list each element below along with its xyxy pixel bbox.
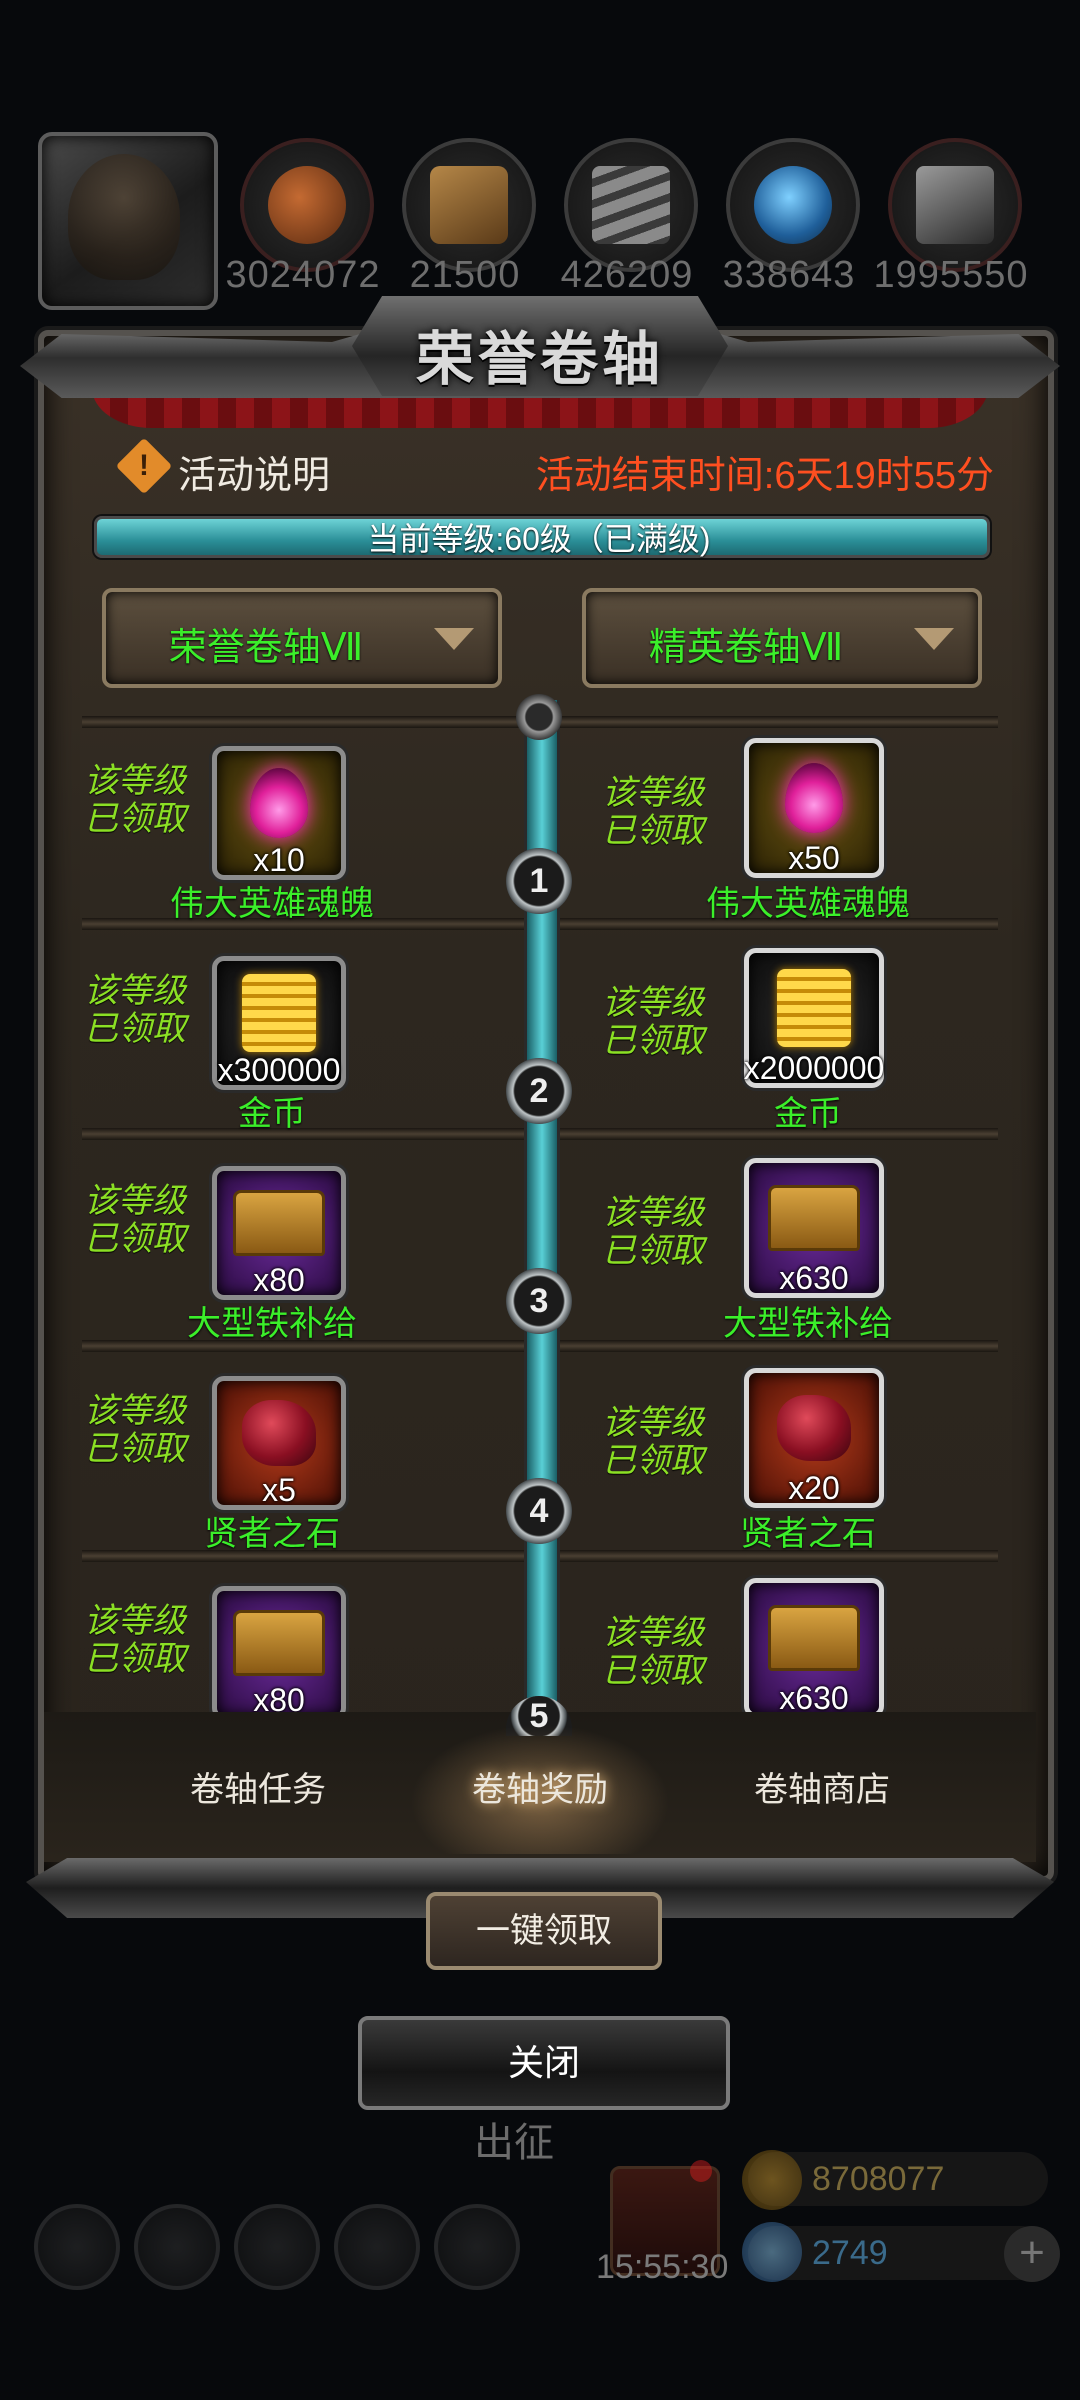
- close-button[interactable]: 关闭: [358, 2016, 730, 2110]
- honor-scroll-dropdown[interactable]: 荣誉卷轴Ⅶ: [102, 588, 502, 688]
- current-level-text: 当前等级:60级（已满级): [367, 521, 711, 557]
- notification-dot: [690, 2160, 712, 2182]
- reward-quantity: x2000000: [743, 1050, 885, 1086]
- iron-chest-icon: [233, 1610, 325, 1677]
- soul-icon: [785, 762, 843, 833]
- reward-name: 大型铁补给: [187, 1305, 357, 1343]
- mail-icon: [334, 2204, 420, 2290]
- reward-slot[interactable]: x630: [744, 1578, 884, 1718]
- right-claimed-status: 该等级已领取: [602, 1404, 704, 1480]
- panel-title: 荣誉卷轴: [415, 325, 664, 393]
- reward-name: 伟大英雄魂魄: [170, 885, 374, 923]
- level-node: 2: [506, 1058, 572, 1124]
- reward-quantity: x5: [262, 1472, 296, 1508]
- steel-resource: [888, 138, 1022, 272]
- honor-scroll-dropdown-label: 荣誉卷轴Ⅶ: [168, 627, 364, 669]
- sage-stone-icon: [777, 1394, 851, 1461]
- level-node: 3: [506, 1268, 572, 1334]
- claim-all-button[interactable]: 一键领取: [426, 1892, 662, 1970]
- right-claimed-status: 该等级已领取: [602, 984, 704, 1060]
- reward-slot[interactable]: x10: [212, 746, 346, 880]
- reward-name: 伟大英雄魂魄: [706, 885, 910, 923]
- guild-banner-icon: [234, 2204, 320, 2290]
- reward-name: 金币: [774, 1095, 842, 1133]
- level-node: 1: [506, 848, 572, 914]
- reward-quantity: x80: [253, 1262, 305, 1298]
- sage-stone-icon: [242, 1400, 316, 1467]
- reward-slot[interactable]: x20: [744, 1368, 884, 1508]
- info-warning-icon[interactable]: !: [115, 437, 173, 495]
- right-claimed-status: 该等级已领取: [602, 1614, 704, 1690]
- player-avatar[interactable]: [38, 132, 218, 310]
- gem-icon: [742, 2222, 802, 2282]
- reward-slot[interactable]: x50: [744, 738, 884, 878]
- tab-scroll-tasks[interactable]: 卷轴任务: [108, 1762, 408, 1811]
- rank-star-icon: [134, 2204, 220, 2290]
- wood-resource: [402, 138, 536, 272]
- reward-slot[interactable]: x5: [212, 1376, 346, 1510]
- track-cap: [516, 694, 562, 740]
- right-claimed-status: 该等级已领取: [602, 1194, 704, 1270]
- tab-scroll-shop[interactable]: 卷轴商店: [672, 1762, 972, 1811]
- gold-bar-icon: [742, 2150, 802, 2210]
- reward-slot[interactable]: x300000: [212, 956, 346, 1090]
- inventory-icon: [434, 2204, 520, 2290]
- right-claimed-status: 该等级已领取: [602, 774, 704, 850]
- add-currency-plus-icon: +: [1004, 2226, 1060, 2282]
- chevron-down-icon: [434, 628, 474, 650]
- left-claimed-status: 该等级已领取: [84, 1182, 186, 1258]
- chevron-down-icon: [914, 628, 954, 650]
- reward-slot[interactable]: x2000000: [744, 948, 884, 1088]
- left-claimed-status: 该等级已领取: [84, 1392, 186, 1468]
- left-claimed-status: 该等级已领取: [84, 762, 186, 838]
- reward-name: 大型铁补给: [723, 1305, 893, 1343]
- helmet-warrior-icon: [68, 154, 180, 280]
- wood-icon: [430, 166, 508, 244]
- gold-amount: 8708077: [812, 2160, 945, 2198]
- iron-chest-icon: [768, 1604, 860, 1671]
- reward-quantity: x10: [253, 842, 305, 878]
- iron-chest-icon: [768, 1184, 860, 1251]
- iron-resource: [564, 138, 698, 272]
- settings-gear-icon: [34, 2204, 120, 2290]
- reward-name: 金币: [238, 1095, 306, 1133]
- sortie-label: 出征: [474, 2121, 554, 2165]
- gold-coin-icon: [777, 968, 851, 1047]
- reward-name: 贤者之石: [204, 1515, 340, 1553]
- reward-name: 贤者之石: [740, 1515, 876, 1553]
- elite-scroll-dropdown-label: 精英卷轴Ⅶ: [648, 627, 844, 669]
- ore-resource: [240, 138, 374, 272]
- event-end-time: 活动结束时间:6天19时55分: [535, 455, 994, 497]
- crystal-icon: [754, 166, 832, 244]
- event-info-link[interactable]: 活动说明: [178, 444, 330, 499]
- crystal-resource: [726, 138, 860, 272]
- reward-quantity: x630: [779, 1260, 849, 1296]
- level-node: 4: [506, 1478, 572, 1544]
- reward-quantity: x20: [788, 1470, 840, 1506]
- gift-timer: 15:55:30: [596, 2248, 729, 2286]
- soul-icon: [250, 768, 308, 839]
- reward-quantity: x300000: [217, 1052, 341, 1088]
- tab-scroll-rewards[interactable]: 卷轴奖励: [390, 1762, 690, 1811]
- elite-scroll-dropdown[interactable]: 精英卷轴Ⅶ: [582, 588, 982, 688]
- left-claimed-status: 该等级已领取: [84, 1602, 186, 1678]
- reward-slot[interactable]: x80: [212, 1586, 346, 1720]
- steel-icon: [916, 166, 994, 244]
- iron-chest-icon: [233, 1190, 325, 1257]
- reward-slot[interactable]: x630: [744, 1158, 884, 1298]
- left-claimed-status: 该等级已领取: [84, 972, 186, 1048]
- iron-icon: [592, 166, 670, 244]
- steel-amount: 1995550: [873, 254, 1029, 296]
- ore-icon: [268, 166, 346, 244]
- reward-quantity: x50: [788, 840, 840, 876]
- gem-amount: 2749: [812, 2234, 888, 2272]
- reward-slot[interactable]: x80: [212, 1166, 346, 1300]
- gold-coin-icon: [242, 974, 316, 1053]
